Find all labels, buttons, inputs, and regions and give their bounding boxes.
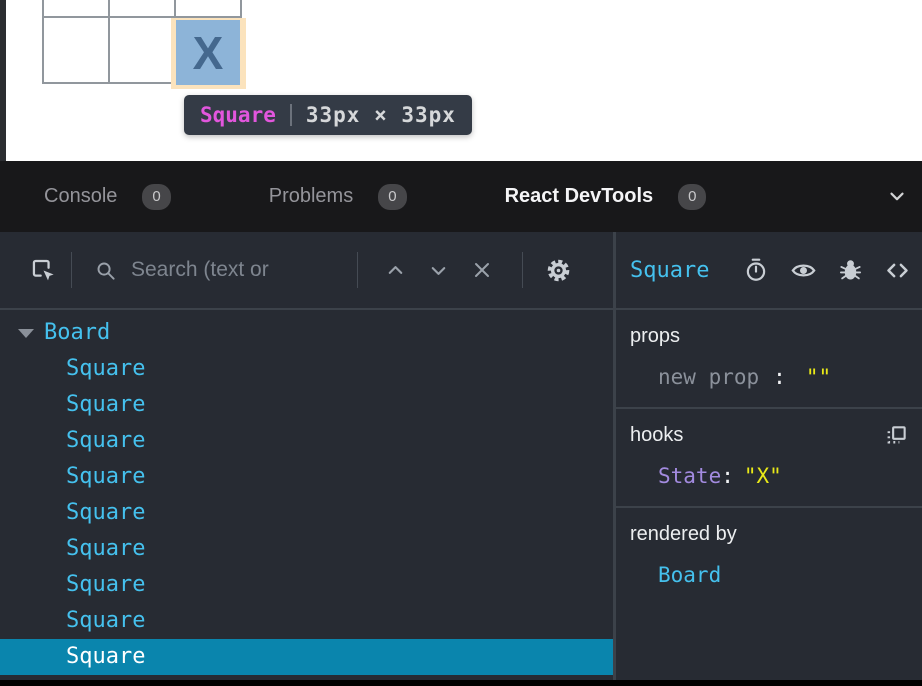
- toolbar-divider: [522, 252, 523, 288]
- tree-item-board[interactable]: Board: [0, 315, 613, 351]
- hooks-section: hooks State: "X": [616, 409, 922, 508]
- tree-item-label: Square: [66, 392, 145, 417]
- inspect-tooltip: Square 33px × 33px: [184, 95, 472, 135]
- tree-item-label: Square: [66, 644, 145, 669]
- tab-problems-badge: 0: [378, 184, 406, 210]
- props-section-title: props: [630, 325, 680, 348]
- toolbar-right: Square: [613, 232, 922, 308]
- chevron-down-icon[interactable]: [886, 185, 908, 207]
- rendered-by-section: rendered by Board: [616, 508, 922, 605]
- tooltip-component-name: Square: [200, 103, 276, 127]
- chevron-up-icon[interactable]: [384, 259, 407, 282]
- devtools-tabbar: Console 0 Problems 0 React DevTools 0: [0, 161, 922, 232]
- tooltip-dimensions: 33px × 33px: [306, 103, 456, 127]
- props-section: props new prop: "": [616, 310, 922, 409]
- tab-console-label: Console: [44, 185, 117, 208]
- component-tree: Board Square Square Square Square Square…: [0, 310, 613, 680]
- board-grid-line: [42, 0, 44, 84]
- toolbar-left: [0, 232, 613, 308]
- tab-react-devtools[interactable]: React DevTools 0: [505, 184, 707, 210]
- new-prop-value-input[interactable]: "": [806, 365, 831, 389]
- browser-viewport: X Square 33px × 33px: [0, 0, 922, 161]
- square-cell[interactable]: X: [176, 20, 240, 85]
- bottom-window-edge: [0, 680, 922, 686]
- tab-problems-label: Problems: [269, 185, 353, 208]
- board-grid-line: [108, 0, 110, 84]
- hook-state-value[interactable]: "X": [744, 464, 782, 488]
- chevron-down-icon[interactable]: [427, 259, 450, 282]
- inspected-component-title: Square: [630, 258, 709, 283]
- suspend-timer-icon[interactable]: [743, 257, 769, 283]
- new-prop-row[interactable]: new prop: "": [630, 365, 908, 389]
- collapse-triangle-icon[interactable]: [18, 329, 34, 338]
- tab-console-badge: 0: [142, 184, 170, 210]
- tree-item-square[interactable]: Square: [0, 423, 613, 459]
- tab-react-devtools-badge: 0: [678, 184, 706, 210]
- tree-item-square[interactable]: Square: [0, 531, 613, 567]
- tree-item-label: Square: [66, 356, 145, 381]
- tab-problems[interactable]: Problems 0: [269, 184, 407, 210]
- view-source-code-icon[interactable]: [884, 257, 911, 284]
- rendered-by-row: Board: [630, 563, 908, 587]
- tree-item-label: Board: [44, 315, 110, 351]
- devtools-content: Board Square Square Square Square Square…: [0, 310, 922, 680]
- hooks-section-title: hooks: [630, 424, 683, 447]
- bug-log-icon[interactable]: [838, 258, 863, 283]
- tree-item-square[interactable]: Square: [0, 459, 613, 495]
- tree-item-label: Square: [66, 572, 145, 597]
- hook-colon: :: [721, 464, 734, 488]
- rendered-by-board-link[interactable]: Board: [658, 563, 721, 587]
- eye-inspect-dom-icon[interactable]: [790, 257, 817, 284]
- toolbar-divider: [357, 252, 358, 288]
- search-icon: [94, 259, 117, 282]
- search-input[interactable]: [131, 258, 343, 282]
- hook-name: State: [658, 464, 721, 488]
- tab-console[interactable]: Console 0: [44, 184, 171, 210]
- tree-item-label: Square: [66, 608, 145, 633]
- tree-item-square[interactable]: Square: [0, 603, 613, 639]
- parse-hook-names-icon[interactable]: [885, 424, 908, 447]
- rendered-by-title: rendered by: [630, 523, 737, 546]
- prop-colon: :: [773, 365, 786, 389]
- tree-item-label: Square: [66, 428, 145, 453]
- hook-state-row[interactable]: State: "X": [630, 464, 908, 488]
- tree-item-square[interactable]: Square: [0, 387, 613, 423]
- tree-item-square-selected[interactable]: Square: [0, 639, 613, 675]
- tab-react-devtools-label: React DevTools: [505, 185, 654, 208]
- inspect-element-icon[interactable]: [30, 257, 57, 284]
- tooltip-separator: [290, 104, 292, 126]
- new-prop-name-input[interactable]: new prop: [658, 365, 759, 389]
- tree-item-square[interactable]: Square: [0, 351, 613, 387]
- window-left-edge: [0, 0, 6, 161]
- gear-icon[interactable]: [545, 257, 572, 284]
- details-panel: props new prop: "" hooks State: "X": [613, 310, 922, 680]
- tree-item-label: Square: [66, 464, 145, 489]
- tree-item-label: Square: [66, 536, 145, 561]
- tree-item-label: Square: [66, 500, 145, 525]
- close-icon[interactable]: [470, 258, 494, 282]
- tree-item-square[interactable]: Square: [0, 495, 613, 531]
- tree-item-square[interactable]: Square: [0, 567, 613, 603]
- devtools-toolbar: Square: [0, 232, 922, 310]
- square-cell-value: X: [193, 30, 224, 76]
- toolbar-divider: [71, 252, 72, 288]
